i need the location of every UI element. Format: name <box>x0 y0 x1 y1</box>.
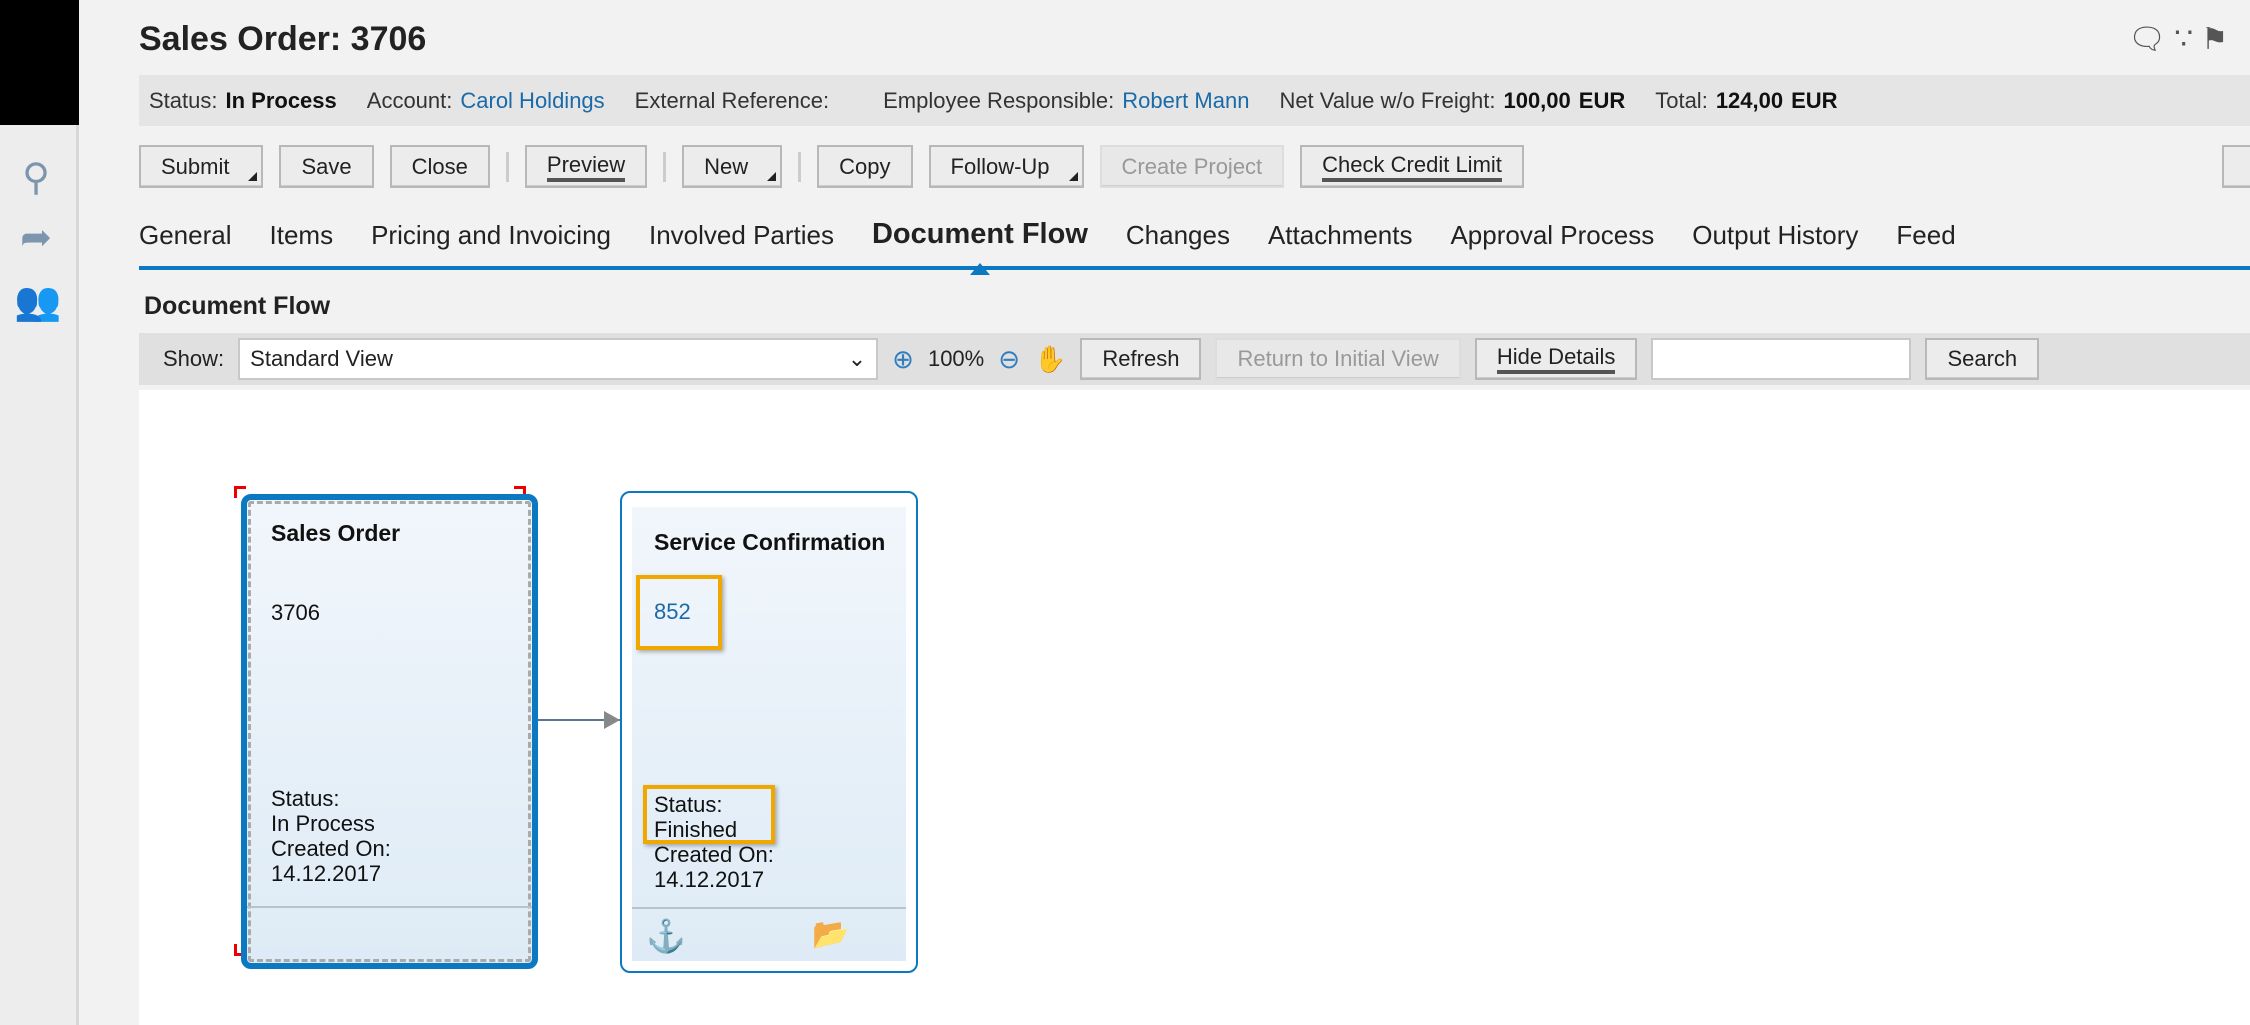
tab-output-history[interactable]: Output History <box>1692 220 1858 251</box>
created-label: Created On: <box>271 836 391 861</box>
external-reference-label: External Reference: <box>634 87 830 113</box>
refresh-button[interactable]: Refresh <box>1080 338 1202 380</box>
flag-icon[interactable]: ⚑ <box>2201 23 2236 56</box>
tab-underline <box>139 266 2250 270</box>
tab-general[interactable]: General <box>139 220 232 251</box>
create-project-button[interactable]: Create Project <box>1099 145 1285 188</box>
status-label: Status: <box>149 87 218 113</box>
page-title: Sales Order: 3706 <box>139 20 427 58</box>
copy-button[interactable]: Copy <box>817 145 913 188</box>
save-button[interactable]: Save <box>279 145 374 188</box>
new-button[interactable]: New <box>682 145 783 188</box>
employee-link[interactable]: Robert Mann <box>1122 88 1249 114</box>
tab-attachments[interactable]: Attachments <box>1268 220 1413 251</box>
account-label: Account: <box>366 87 453 113</box>
comment-icon[interactable]: 🗨 <box>2128 23 2174 56</box>
tab-feed[interactable]: Feed <box>1896 220 1955 251</box>
hide-details-button[interactable]: Hide Details <box>1474 338 1638 380</box>
service-confirmation-card[interactable]: Service Confirmation 852 Status: Finishe… <box>620 491 918 973</box>
created-value: 14.12.2017 <box>271 861 382 886</box>
card-title: Service Confirmation <box>654 529 886 555</box>
divider <box>505 151 509 182</box>
divider <box>798 151 802 182</box>
status-value: In Process <box>271 811 375 836</box>
submit-button[interactable]: Submit <box>139 145 264 188</box>
tab-document-flow[interactable]: Document Flow <box>872 218 1088 275</box>
highlight-box <box>636 575 722 650</box>
net-currency: EUR <box>1578 87 1626 113</box>
arrow-head-icon <box>604 711 620 729</box>
section-title: Document Flow <box>144 292 331 320</box>
card-title: Sales Order <box>271 520 401 546</box>
hand-icon[interactable]: ✋ <box>1034 344 1066 375</box>
total-label: Total: <box>1655 87 1708 113</box>
zoom-out-icon[interactable]: ⊖ <box>998 344 1020 375</box>
rss-icon[interactable]: ∵ <box>2174 23 2201 56</box>
show-label: Show: <box>163 346 225 371</box>
follow-up-button[interactable]: Follow-Up <box>928 145 1084 188</box>
share-icon[interactable]: ➦ <box>14 216 58 260</box>
zoom-in-icon[interactable]: ⊕ <box>892 344 914 375</box>
total-currency: EUR <box>1791 87 1838 113</box>
search-button[interactable]: Search <box>1925 338 2040 380</box>
sidebar <box>0 125 79 1025</box>
more-button[interactable] <box>2222 145 2250 188</box>
return-initial-view-button[interactable]: Return to Initial View <box>1215 338 1461 380</box>
card-number: 3706 <box>271 600 320 625</box>
summary-bar: Status: In Process Account: Carol Holdings… <box>139 75 2250 126</box>
preview-button[interactable]: Preview <box>524 145 648 188</box>
net-value: 100,00 <box>1503 87 1571 113</box>
tab-approval-process[interactable]: Approval Process <box>1450 220 1654 251</box>
created-label: Created On: <box>654 842 774 867</box>
zoom-level: 100% <box>927 346 985 371</box>
net-value-label: Net Value w/o Freight: <box>1279 87 1496 113</box>
users-icon[interactable]: 👥 <box>14 280 61 324</box>
docflow-toolbar: Show: Standard View ⌄ ⊕ 100% ⊖ ✋ Refresh … <box>139 333 2250 385</box>
tab-involved-parties[interactable]: Involved Parties <box>649 220 834 251</box>
card-divider <box>632 907 906 909</box>
account-link[interactable]: Carol Holdings <box>460 88 604 114</box>
sales-order-card[interactable]: Sales Order 3706 Status: In Process Crea… <box>241 494 538 969</box>
tab-changes[interactable]: Changes <box>1126 220 1230 251</box>
highlight-box <box>643 785 775 844</box>
close-button[interactable]: Close <box>389 145 490 188</box>
status-value: In Process <box>225 87 337 113</box>
created-value: 14.12.2017 <box>654 867 765 892</box>
employee-label: Employee Responsible: <box>883 87 1115 113</box>
black-region <box>0 0 79 125</box>
total-value: 124,00 <box>1715 87 1784 113</box>
view-select[interactable]: Standard View ⌄ <box>238 338 879 380</box>
card-divider <box>247 906 532 908</box>
tab-bar: General Items Pricing and Invoicing Invo… <box>139 218 1956 275</box>
search-icon[interactable]: ⚲ <box>14 156 58 200</box>
folder-icon[interactable]: 📂 <box>812 917 849 952</box>
divider <box>663 151 667 182</box>
tab-items[interactable]: Items <box>270 220 334 251</box>
tab-pricing[interactable]: Pricing and Invoicing <box>371 220 611 251</box>
chevron-down-icon: ⌄ <box>847 346 867 371</box>
check-credit-limit-button[interactable]: Check Credit Limit <box>1300 145 1524 188</box>
anchor-icon[interactable]: ⚓ <box>646 917 686 955</box>
search-input[interactable] <box>1651 338 1912 380</box>
status-label: Status: <box>271 786 340 811</box>
